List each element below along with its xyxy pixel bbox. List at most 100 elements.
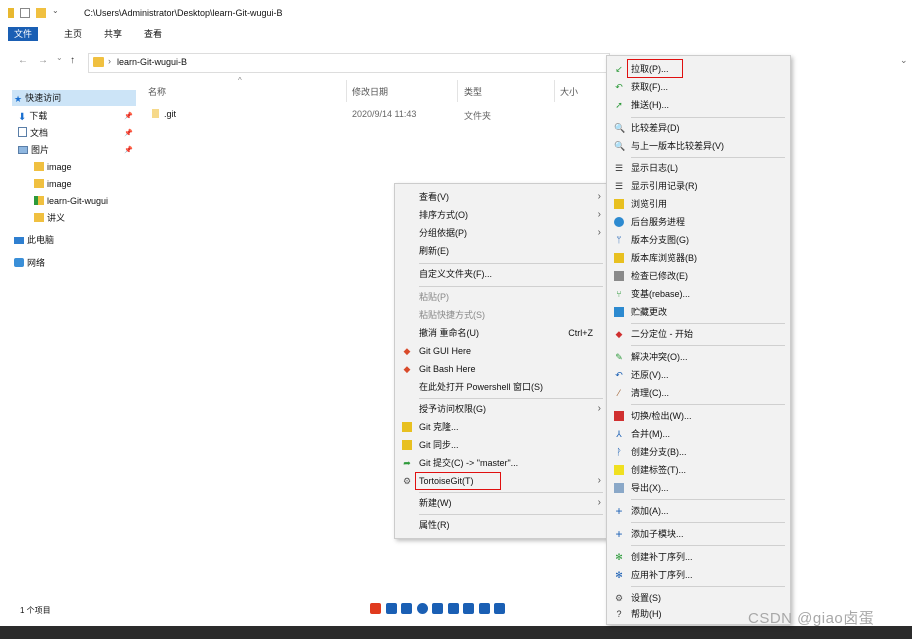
menu-item-resolve[interactable]: ✎ 解决冲突(O)... bbox=[607, 348, 790, 366]
menu-item-sort-by[interactable]: 排序方式(O) › bbox=[395, 206, 609, 224]
nav-item-this-pc[interactable]: 此电脑 bbox=[14, 232, 54, 248]
nav-item-quick-access[interactable]: ★ 快速访问 bbox=[12, 90, 136, 106]
menu-item-git-sync[interactable]: Git 同步... bbox=[395, 436, 609, 454]
handwriting-icon[interactable] bbox=[463, 603, 475, 615]
menu-item-git-commit[interactable]: ➦ Git 提交(C) -> "master"... bbox=[395, 454, 609, 472]
nav-item-pictures[interactable]: 图片 bbox=[18, 142, 49, 158]
pin-icon: 📌 bbox=[124, 113, 133, 120]
nav-item-image-2[interactable]: image bbox=[34, 176, 72, 192]
column-header-size[interactable]: 大小 bbox=[560, 85, 578, 98]
menu-item-browse-references[interactable]: 浏览引用 bbox=[607, 195, 790, 213]
menu-item-daemon[interactable]: 后台服务进程 bbox=[607, 213, 790, 231]
menu-item-show-log[interactable]: ☰ 显示日志(L) bbox=[607, 159, 790, 177]
menu-item-customize-folder[interactable]: 自定义文件夹(F)... bbox=[395, 265, 609, 283]
menu-item-open-powershell[interactable]: 在此处打开 Powershell 窗口(S) bbox=[395, 378, 609, 396]
menu-item-refresh[interactable]: 刷新(E) bbox=[395, 242, 609, 260]
ime-toolbar[interactable] bbox=[370, 603, 507, 617]
nav-item-learn-git-wugui[interactable]: learn-Git-wugui bbox=[34, 193, 108, 209]
nav-item-documents[interactable]: 文档 bbox=[18, 125, 48, 141]
menu-item-stash[interactable]: 贮藏更改 bbox=[607, 303, 790, 321]
tab-share[interactable]: 共享 bbox=[98, 27, 128, 41]
submenu-arrow-icon: › bbox=[597, 227, 601, 238]
menu-item-switch-checkout[interactable]: 切换/检出(W)... bbox=[607, 407, 790, 425]
menu-item-create-tag[interactable]: 创建标签(T)... bbox=[607, 461, 790, 479]
nav-item-label: learn-Git-wugui bbox=[47, 196, 109, 206]
menu-item-git-bash[interactable]: ◆ Git Bash Here bbox=[395, 360, 609, 378]
git-clone-icon bbox=[402, 422, 412, 432]
nav-item-network[interactable]: 网络 bbox=[14, 255, 45, 271]
menu-item-check-modifications[interactable]: 检查已修改(E) bbox=[607, 267, 790, 285]
scroll-chevron-icon[interactable]: ⌄ bbox=[900, 55, 908, 66]
table-row[interactable]: .git 2020/9/14 11:43 文件夹 bbox=[146, 106, 606, 122]
menu-item-undo-rename[interactable]: 撤消 重命名(U) Ctrl+Z bbox=[395, 324, 609, 342]
address-input[interactable]: › learn-Git-wugui-B bbox=[88, 53, 610, 73]
menu-item-create-patch[interactable]: ✻ 创建补丁序列... bbox=[607, 548, 790, 566]
menu-item-revert[interactable]: ↶ 还原(V)... bbox=[607, 366, 790, 384]
tab-view[interactable]: 查看 bbox=[138, 27, 168, 41]
menu-item-diff-previous[interactable]: 🔍 与上一版本比较差异(V) bbox=[607, 137, 790, 155]
menu-item-add-submodule[interactable]: + 添加子模块... bbox=[607, 525, 790, 543]
menu-item-revision-graph[interactable]: ᛘ 版本分支图(G) bbox=[607, 231, 790, 249]
column-header-type[interactable]: 类型 bbox=[464, 85, 482, 98]
tortoisegit-icon: ⚙ bbox=[402, 476, 412, 486]
menu-item-new[interactable]: 新建(W) › bbox=[395, 494, 609, 512]
menu-item-fetch[interactable]: ↶ 获取(F)... bbox=[607, 78, 790, 96]
nav-item-image-1[interactable]: image bbox=[34, 159, 72, 175]
menu-item-bisect-start[interactable]: ◆ 二分定位 - 开始 bbox=[607, 325, 790, 343]
menu-item-cleanup[interactable]: ⁄ 清理(C)... bbox=[607, 384, 790, 402]
column-divider[interactable] bbox=[554, 80, 555, 102]
quick-access-icon[interactable] bbox=[8, 8, 14, 18]
menu-item-repo-browser[interactable]: 版本库浏览器(B) bbox=[607, 249, 790, 267]
properties-icon[interactable] bbox=[20, 8, 30, 18]
skin-icon[interactable] bbox=[478, 603, 490, 615]
menu-item-shortcut: Ctrl+Z bbox=[568, 328, 593, 338]
submenu-arrow-icon: › bbox=[597, 475, 601, 486]
punctuation-icon[interactable] bbox=[401, 603, 413, 615]
column-divider[interactable] bbox=[346, 80, 347, 102]
submenu-arrow-icon: › bbox=[597, 191, 601, 202]
git-folder-icon bbox=[34, 196, 44, 205]
settings-icon: ⚙ bbox=[614, 593, 624, 603]
menu-item-git-clone[interactable]: Git 克隆... bbox=[395, 418, 609, 436]
menu-item-diff[interactable]: 🔍 比较差异(D) bbox=[607, 119, 790, 137]
menu-item-add[interactable]: + 添加(A)... bbox=[607, 502, 790, 520]
new-folder-icon[interactable] bbox=[36, 8, 46, 18]
sogou-ime-icon[interactable] bbox=[370, 603, 381, 615]
tab-home[interactable]: 主页 bbox=[58, 27, 88, 41]
bisect-icon: ◆ bbox=[615, 329, 623, 339]
menu-item-rebase[interactable]: ⑂ 变基(rebase)... bbox=[607, 285, 790, 303]
menu-item-export[interactable]: 导出(X)... bbox=[607, 479, 790, 497]
tab-file[interactable]: 文件 bbox=[8, 27, 39, 41]
back-button[interactable]: ← bbox=[18, 55, 28, 66]
menu-item-view[interactable]: 查看(V) › bbox=[395, 188, 609, 206]
menu-item-push[interactable]: ➚ 推送(H)... bbox=[607, 96, 790, 114]
star-icon: ★ bbox=[14, 94, 23, 104]
export-icon bbox=[614, 483, 624, 493]
menu-item-merge[interactable]: ⅄ 合并(M)... bbox=[607, 425, 790, 443]
column-header-name[interactable]: 名称 bbox=[148, 85, 166, 98]
nav-item-label: 讲义 bbox=[47, 213, 66, 223]
menu-item-show-reflog[interactable]: ☰ 显示引用记录(R) bbox=[607, 177, 790, 195]
menu-item-give-access[interactable]: 授予访问权限(G) › bbox=[395, 400, 609, 418]
up-button[interactable]: ↑ bbox=[70, 55, 75, 66]
customize-toolbar-icon[interactable]: ⌄ bbox=[52, 6, 62, 16]
recent-locations-button[interactable]: ⌄ bbox=[56, 53, 63, 62]
menu-item-properties[interactable]: 属性(R) bbox=[395, 516, 609, 534]
ime-mode-icon[interactable] bbox=[385, 603, 397, 615]
nav-item-downloads[interactable]: ⬇ 下载 bbox=[18, 108, 47, 124]
nav-item-lecture-notes[interactable]: 讲义 bbox=[34, 210, 65, 226]
create-patch-icon: ✻ bbox=[615, 552, 623, 562]
emoji-icon[interactable] bbox=[416, 603, 428, 615]
pin-icon: 📌 bbox=[124, 147, 133, 154]
column-divider[interactable] bbox=[457, 80, 458, 102]
column-header-date[interactable]: 修改日期 bbox=[352, 85, 388, 98]
menu-item-group-by[interactable]: 分组依据(P) › bbox=[395, 224, 609, 242]
menu-item-create-branch[interactable]: ᚹ 创建分支(B)... bbox=[607, 443, 790, 461]
keyboard-icon[interactable] bbox=[447, 603, 459, 615]
menu-item-git-gui[interactable]: ◆ Git GUI Here bbox=[395, 342, 609, 360]
menu-item-apply-patch[interactable]: ✻ 应用补丁序列... bbox=[607, 566, 790, 584]
breadcrumb[interactable]: learn-Git-wugui-B bbox=[117, 57, 187, 67]
toolbox-icon[interactable] bbox=[494, 603, 506, 615]
forward-button[interactable]: → bbox=[38, 55, 48, 66]
microphone-icon[interactable] bbox=[432, 603, 444, 615]
